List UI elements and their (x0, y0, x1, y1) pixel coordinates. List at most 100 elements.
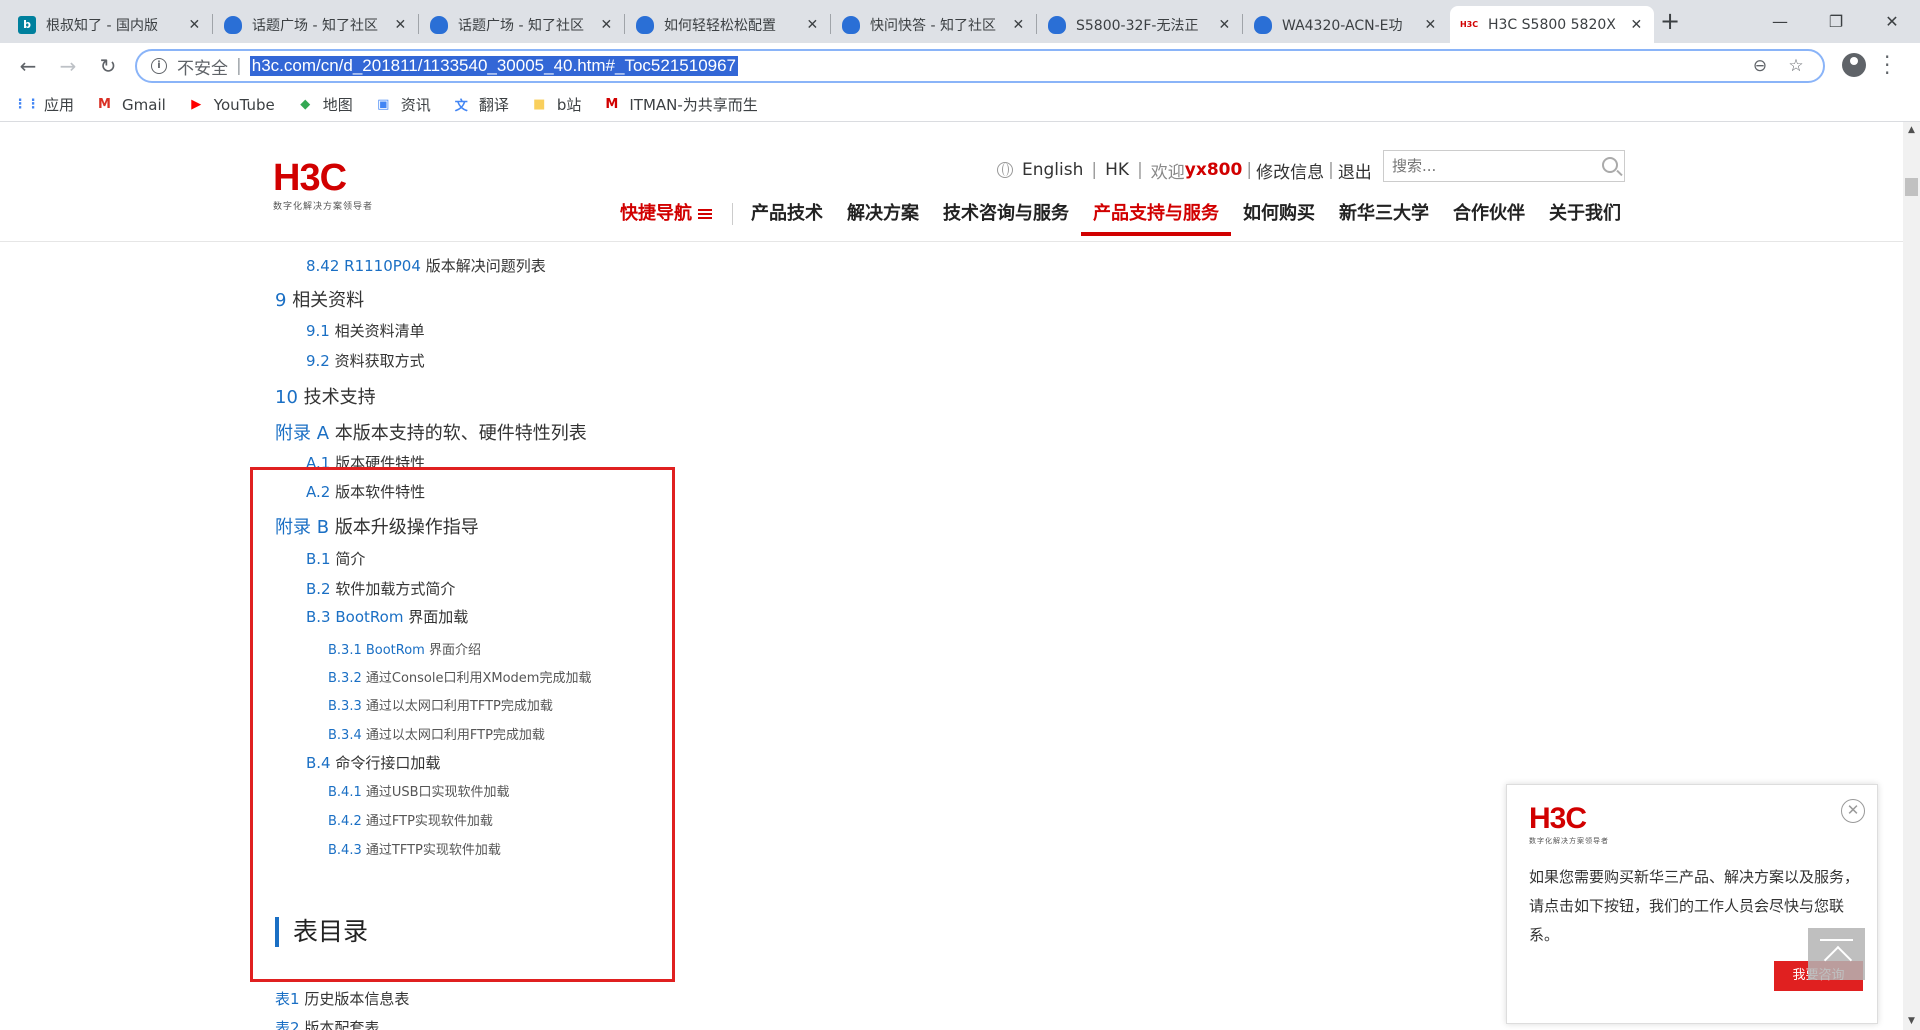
globe-icon (997, 162, 1013, 178)
bookmark-item[interactable]: M Gmail (96, 96, 166, 114)
nav-item[interactable]: 合作伙伴 (1441, 194, 1537, 242)
browser-tab[interactable]: S5800-32F-无法正 ✕ (1038, 6, 1242, 43)
h3c-logo[interactable]: H3C 数字化解决方案领导者 (273, 159, 393, 214)
bing-icon: b (18, 15, 36, 34)
table-toc-link[interactable]: 表2 版本配套表 (275, 1017, 379, 1030)
scrollbar[interactable]: ▲ ▼ (1903, 122, 1920, 1030)
tab-close-icon[interactable]: ✕ (805, 17, 820, 33)
tab-close-icon[interactable]: ✕ (1629, 17, 1644, 33)
bookmark-item[interactable]: 文翻译 (453, 94, 509, 115)
region-link[interactable]: HK (1105, 160, 1129, 180)
tab-close-icon[interactable]: ✕ (1423, 17, 1438, 33)
nav-item[interactable]: 技术咨询与服务 (931, 194, 1081, 242)
back-button[interactable]: ← (14, 52, 42, 80)
bookmark-star-icon[interactable]: ☆ (1785, 55, 1807, 77)
tab-strip: b 根叔知了 - 国内版 ✕ 话题广场 - 知了社区 ✕ 话题广场 - 知了社区 ✕ 如何轻轻… (0, 0, 1920, 43)
edit-info-link[interactable]: 修改信息 (1256, 158, 1324, 183)
zoom-icon[interactable]: ⊖ (1749, 55, 1771, 77)
maximize-button[interactable]: ❐ (1808, 0, 1864, 43)
popup-logo: H3C 数字化解决方案领导者 (1529, 802, 1609, 846)
purchase-popup: H3C 数字化解决方案领导者 ✕ 如果您需要购买新华三产品、解决方案以及服务，请… (1506, 784, 1878, 1024)
tab-close-icon[interactable]: ✕ (1217, 17, 1232, 33)
welcome-text: 欢迎 (1150, 162, 1185, 183)
insecure-label: 不安全 (177, 58, 228, 79)
zhiliao-icon (430, 15, 448, 34)
bookmark-item[interactable]: M ITMAN-为共享而生 (603, 94, 757, 115)
table-index-title: 表目录 (275, 917, 368, 947)
toc-link[interactable]: 9.2 资料获取方式 (306, 350, 425, 371)
tab-close-icon[interactable]: ✕ (393, 17, 408, 33)
news-icon: ▣ (377, 97, 390, 112)
browser-tab[interactable]: 如何轻轻松松配置 ✕ (626, 6, 830, 43)
toc-link[interactable]: 9.1 相关资料清单 (306, 320, 425, 341)
search-input[interactable] (1392, 157, 1592, 175)
top-links: English | HK | 欢迎 yx800 | 修改信息 | 退出 (997, 155, 1372, 185)
browser-tab[interactable]: 话题广场 - 知了社区 ✕ (214, 6, 418, 43)
gmail-icon: M (98, 97, 111, 112)
browser-tab[interactable]: b 根叔知了 - 国内版 ✕ (8, 6, 212, 43)
browser-tab[interactable]: 快问快答 - 知了社区 ✕ (832, 6, 1036, 43)
red-annotation-box (250, 467, 675, 982)
new-tab-button[interactable]: + (1656, 8, 1684, 36)
forward-button[interactable]: → (54, 52, 82, 80)
info-icon[interactable]: i (151, 58, 167, 74)
profile-icon[interactable] (1842, 53, 1866, 77)
tab-close-icon[interactable]: ✕ (187, 17, 202, 33)
browser-tab[interactable]: H3C H3C S5800 5820X ✕ (1450, 6, 1654, 43)
apps-grid-icon: ⋮⋮ (13, 97, 40, 112)
search-icon[interactable] (1602, 157, 1618, 173)
browser-tab[interactable]: 话题广场 - 知了社区 ✕ (420, 6, 624, 43)
browser-tab[interactable]: WA4320-ACN-E功 ✕ (1244, 6, 1448, 43)
tab-close-icon[interactable]: ✕ (599, 17, 614, 33)
address-bar[interactable]: i 不安全 | h3c.com/cn/d_201811/1133540_3000… (135, 49, 1825, 83)
menu-dots-icon[interactable]: · · · (1884, 47, 1890, 83)
h3c-icon: H3C (1459, 20, 1479, 29)
toc-link[interactable]: 8.42 R1110P04 版本解决问题列表 (306, 255, 546, 276)
username-link[interactable]: yx800 (1185, 160, 1243, 180)
scroll-down-icon[interactable]: ▼ (1903, 1013, 1920, 1030)
zhiliao-icon (1254, 15, 1272, 34)
main-nav: 快捷导航 产品技术 解决方案 技术咨询与服务 产品支持与服务 如何购买 新华三大学 合作伙伴… (608, 194, 1633, 242)
site-search[interactable] (1383, 150, 1625, 182)
bookmark-item[interactable]: ◆ 地图 (297, 94, 353, 115)
browser-toolbar: ← → ↻ i 不安全 | h3c.com/cn/d_201811/113354… (0, 43, 1920, 88)
close-icon[interactable]: ✕ (1841, 799, 1865, 823)
maps-icon: ◆ (300, 97, 311, 112)
page-viewport: H3C 数字化解决方案领导者 English | HK | 欢迎 yx800 |… (0, 122, 1920, 1030)
nav-item[interactable]: 产品技术 (739, 194, 835, 242)
zhiliao-icon (1048, 15, 1066, 34)
toc-link[interactable]: 9 相关资料 (275, 286, 364, 312)
table-toc-link[interactable]: 表1 历史版本信息表 (275, 988, 409, 1009)
url-text[interactable]: h3c.com/cn/d_201811/1133540_30005_40.htm… (249, 56, 739, 76)
english-link[interactable]: English (1022, 160, 1083, 180)
nav-item[interactable]: 新华三大学 (1327, 194, 1441, 242)
reload-button[interactable]: ↻ (94, 52, 122, 80)
toc-link[interactable]: 10 技术支持 (275, 383, 376, 409)
bookmark-item[interactable]: ■ b站 (531, 94, 581, 115)
itman-icon: M (605, 97, 619, 112)
toc-link[interactable]: 附录 A 本版本支持的软、硬件特性列表 (275, 419, 587, 445)
nav-item[interactable]: 如何购买 (1231, 194, 1327, 242)
logout-link[interactable]: 退出 (1338, 158, 1372, 183)
scroll-up-icon[interactable]: ▲ (1903, 122, 1920, 139)
site-header: H3C 数字化解决方案领导者 English | HK | 欢迎 yx800 |… (0, 122, 1903, 242)
zhiliao-icon (636, 15, 654, 34)
bookmark-item[interactable]: ▣ 资讯 (375, 94, 431, 115)
nav-item[interactable]: 产品支持与服务 (1081, 194, 1231, 242)
nav-quick[interactable]: 快捷导航 (608, 194, 724, 242)
back-to-top-button[interactable] (1808, 928, 1865, 980)
bookmark-item[interactable]: ▶ YouTube (188, 96, 275, 114)
menu-lines-icon (698, 209, 712, 219)
nav-item[interactable]: 解决方案 (835, 194, 931, 242)
bookmarks-bar: ⋮⋮ 应用 M Gmail ▶ YouTube ◆ 地图 ▣ 资讯 文翻译 ■ b站 M ITMAN-为共享… (0, 88, 1920, 122)
zhiliao-icon (224, 15, 242, 34)
zhiliao-icon (842, 15, 860, 34)
minimize-button[interactable]: — (1752, 0, 1808, 43)
scroll-thumb[interactable] (1905, 178, 1918, 196)
tab-close-icon[interactable]: ✕ (1011, 17, 1026, 33)
folder-icon: ■ (533, 97, 546, 112)
nav-item[interactable]: 关于我们 (1537, 194, 1633, 242)
translate-icon: 文 (454, 99, 468, 114)
close-window-button[interactable]: ✕ (1864, 0, 1920, 43)
bookmark-item[interactable]: ⋮⋮ 应用 (13, 94, 75, 115)
